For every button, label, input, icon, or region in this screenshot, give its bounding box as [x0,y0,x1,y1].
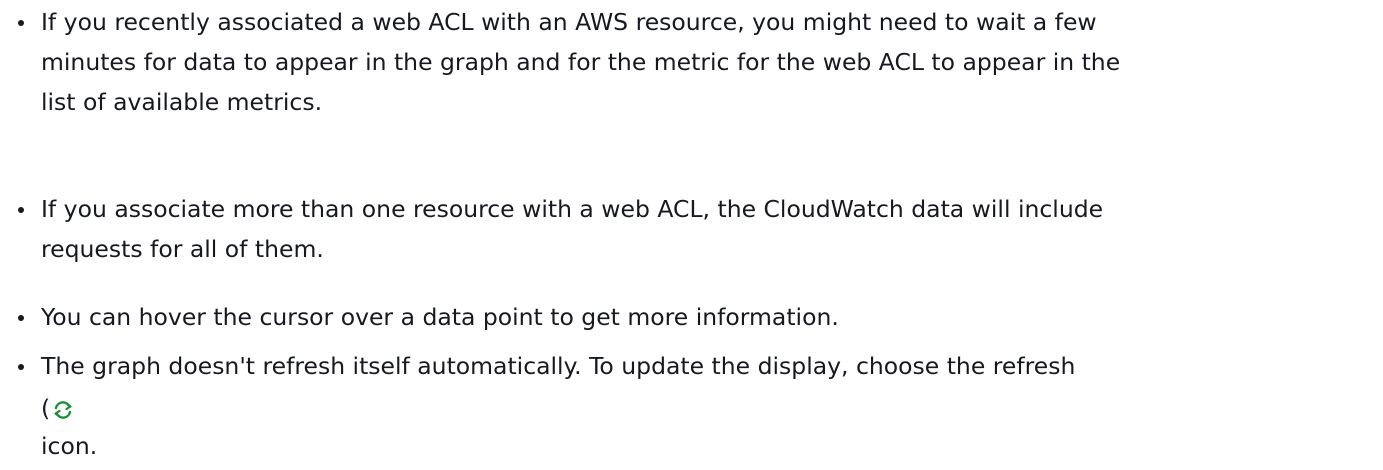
note-text-line: requests for all of them. [41,235,324,263]
bullet-icon [18,20,24,26]
open-paren: ( [41,394,51,422]
note-text-line: list of available metrics. [41,88,323,116]
refresh-icon-inline: ( [41,388,74,428]
note-text-line: If you recently associated a web ACL wit… [41,8,1097,36]
note-text-line: The graph doesn't refresh itself automat… [41,352,1076,380]
bullet-icon [18,207,24,213]
documentation-notes: If you recently associated a web ACL wit… [0,0,1383,470]
note-text-tail: icon. [41,432,98,460]
note-text-line: If you associate more than one resource … [41,195,1104,223]
bullet-icon [18,364,24,370]
bullet-icon [18,315,24,321]
refresh-icon [52,399,74,421]
note-text-line: minutes for data to appear in the graph … [41,48,1121,76]
note-text-line: You can hover the cursor over a data poi… [41,303,839,331]
